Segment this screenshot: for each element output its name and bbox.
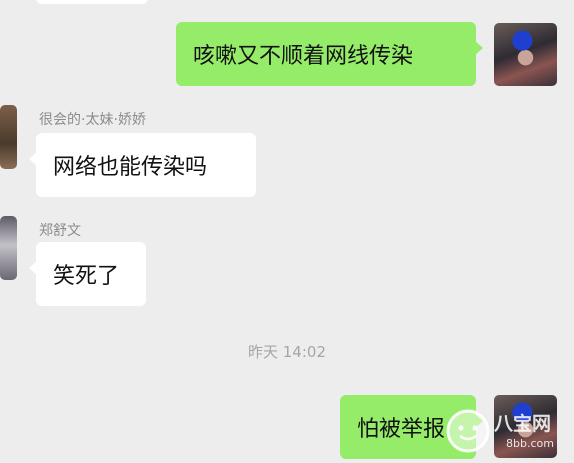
sender-avatar[interactable]	[0, 105, 17, 169]
previous-message-bubble	[36, 0, 148, 4]
message-text: 笑死了	[53, 264, 120, 289]
my-avatar[interactable]	[494, 23, 557, 86]
timestamp: 昨天 14:02	[248, 343, 326, 361]
message-text: 怕被举报	[357, 417, 446, 442]
message-text: 咳嗽又不顺着网线传染	[193, 44, 414, 69]
message-bubble-incoming[interactable]: 笑死了	[29, 242, 146, 306]
message-bubble-outgoing[interactable]: 咳嗽又不顺着网线传染	[176, 22, 483, 86]
watermark-face-icon	[446, 409, 490, 453]
message-text: 网络也能传染吗	[53, 155, 208, 180]
sender-name: 郑舒文	[39, 223, 81, 239]
message-bubble-incoming[interactable]: 网络也能传染吗	[29, 133, 256, 197]
watermark-url: 8bb.com	[506, 437, 554, 450]
sender-avatar[interactable]	[0, 216, 17, 280]
watermark-logo: 八宝网 8bb.com	[444, 403, 564, 459]
sender-name: 很会的·太妹·娇娇	[39, 112, 146, 128]
watermark-brand: 八宝网	[494, 413, 552, 435]
